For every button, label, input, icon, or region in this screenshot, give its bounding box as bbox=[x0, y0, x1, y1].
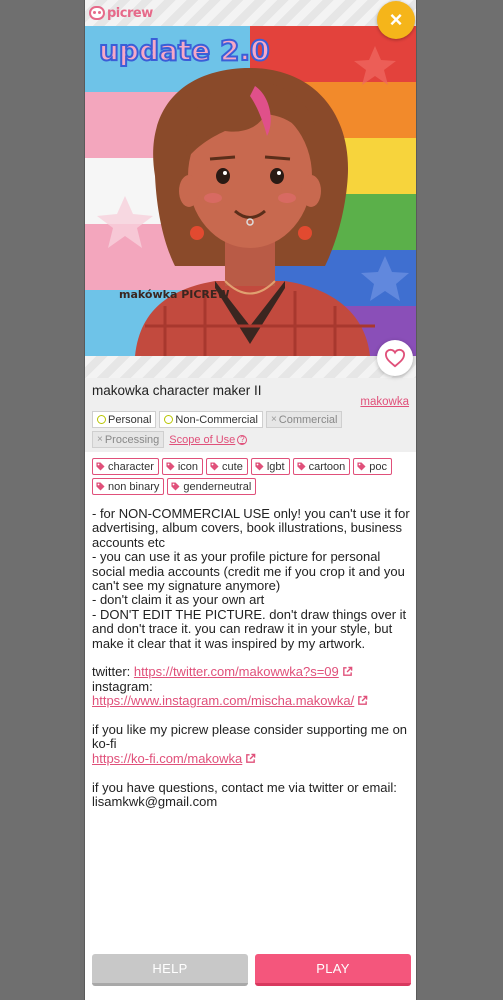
tag-label: poc bbox=[369, 460, 388, 473]
modal-backdrop-right[interactable] bbox=[417, 0, 503, 1000]
tag-label: non binary bbox=[108, 480, 160, 493]
artwork-overlay-title: update 2.0 bbox=[99, 34, 270, 67]
scope-commercial: × Commercial bbox=[265, 411, 343, 428]
not-allowed-icon: × bbox=[270, 414, 277, 425]
tag-label: genderneutral bbox=[183, 480, 252, 493]
artwork-footer-stripe bbox=[85, 356, 416, 378]
modal-header: picrew bbox=[85, 0, 416, 26]
allowed-icon bbox=[164, 415, 174, 424]
tag-icon bbox=[297, 462, 306, 471]
tag-cute[interactable]: cute bbox=[206, 458, 248, 475]
external-link-icon bbox=[358, 695, 368, 706]
description-line: - don't claim it as your own art bbox=[92, 592, 265, 608]
kofi-text: if you like my picrew please consider su… bbox=[92, 722, 408, 752]
tag-label: lgbt bbox=[266, 460, 285, 473]
tag-label: cute bbox=[222, 460, 243, 473]
scope-processing: × Processing bbox=[92, 431, 165, 448]
scope-of-use: Personal Non-Commercial × Commercial × P… bbox=[92, 411, 412, 448]
maker-detail-modal: picrew × update 2.0 makówka PICREW makow… bbox=[84, 0, 417, 1000]
scope-of-use-link[interactable]: Scope of Use ? bbox=[169, 434, 248, 446]
scope-personal: Personal bbox=[92, 411, 157, 428]
action-buttons: HELP PLAY bbox=[92, 954, 411, 986]
help-circle-icon: ? bbox=[237, 434, 248, 445]
modal-backdrop-left[interactable] bbox=[0, 0, 84, 1000]
tag-icon bbox=[96, 482, 105, 491]
logo-text: picrew bbox=[107, 5, 153, 21]
instagram-link[interactable]: https://www.instagram.com/mischa.makowka… bbox=[92, 693, 354, 708]
favorite-button[interactable] bbox=[377, 340, 413, 376]
picrew-logo: picrew bbox=[89, 4, 153, 22]
not-allowed-icon: × bbox=[97, 434, 103, 445]
twitter-label: twitter: bbox=[92, 664, 131, 680]
tag-genderneutral[interactable]: genderneutral bbox=[167, 478, 257, 495]
maker-title: makowka character maker II bbox=[92, 383, 262, 398]
allowed-icon bbox=[97, 415, 106, 424]
tag-label: cartoon bbox=[308, 460, 346, 473]
maker-info: makowka character maker II makowka Perso… bbox=[85, 378, 416, 452]
tag-cartoon[interactable]: cartoon bbox=[292, 458, 351, 475]
author-link[interactable]: makowka bbox=[360, 396, 409, 408]
tag-lgbt[interactable]: lgbt bbox=[250, 458, 290, 475]
close-button[interactable]: × bbox=[377, 1, 415, 39]
artwork-signature: makówka PICREW bbox=[119, 288, 230, 301]
description-line: - you can use it as your profile picture… bbox=[92, 549, 405, 594]
description-line: - DON'T EDIT THE PICTURE. don't draw thi… bbox=[92, 606, 407, 651]
help-button[interactable]: HELP bbox=[92, 954, 248, 986]
contact-email: lisamkwk@gmail.com bbox=[92, 794, 218, 810]
description-line: - for NON-COMMERCIAL USE only! you can't… bbox=[92, 506, 410, 550]
scope-non-commercial: Non-Commercial bbox=[159, 411, 263, 428]
play-button[interactable]: PLAY bbox=[255, 954, 411, 986]
tag-icon bbox=[255, 462, 264, 471]
tag-icon bbox=[210, 462, 219, 471]
twitter-link[interactable]: https://twitter.com/makowwka?s=09 bbox=[134, 664, 339, 679]
external-link-icon bbox=[246, 753, 256, 763]
contact-text: if you have questions, contact me via tw… bbox=[92, 779, 397, 795]
maker-artwork: update 2.0 makówka PICREW bbox=[85, 26, 416, 356]
picrew-face-icon bbox=[89, 6, 105, 20]
tag-non-binary[interactable]: non binary bbox=[92, 478, 165, 495]
tag-label: icon bbox=[177, 460, 199, 473]
instagram-label: instagram: bbox=[92, 678, 153, 694]
tag-icon[interactable]: icon bbox=[161, 458, 204, 475]
maker-description: - for NON-COMMERCIAL USE only! you can't… bbox=[92, 506, 414, 810]
tag-character[interactable]: character bbox=[92, 458, 159, 475]
kofi-link[interactable]: https://ko-fi.com/makowka bbox=[92, 751, 242, 766]
tag-icon bbox=[166, 462, 175, 471]
tag-label: character bbox=[108, 460, 154, 473]
tag-icon bbox=[357, 462, 366, 471]
heart-icon bbox=[384, 348, 406, 368]
tag-list: character icon cute lgbt cartoon poc non binar… bbox=[92, 458, 412, 495]
tag-icon bbox=[171, 482, 180, 491]
tag-icon bbox=[96, 462, 105, 471]
external-link-icon bbox=[342, 667, 353, 677]
tag-poc[interactable]: poc bbox=[353, 458, 393, 475]
